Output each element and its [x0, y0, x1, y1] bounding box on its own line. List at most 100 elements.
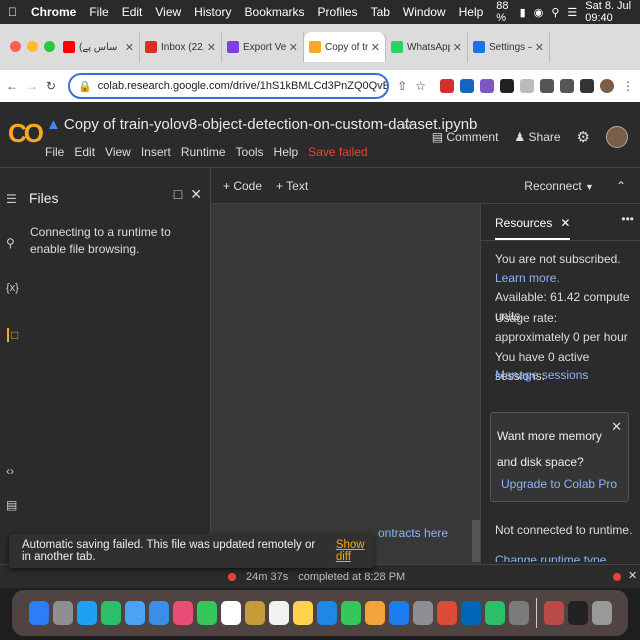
dock-app-icon[interactable] — [508, 601, 529, 625]
dock-app-icon[interactable] — [591, 601, 612, 625]
close-window-button[interactable] — [10, 41, 21, 52]
zoom-window-button[interactable] — [44, 41, 55, 52]
dock-app-icon[interactable] — [340, 601, 361, 625]
menu-file[interactable]: File — [45, 145, 64, 159]
dock-app-icon[interactable] — [100, 601, 121, 625]
tab-1[interactable]: Inbox (22,38✕ — [140, 32, 222, 62]
menubar-edit[interactable]: Edit — [122, 5, 143, 19]
profile-avatar[interactable] — [600, 79, 614, 93]
avatar[interactable] — [606, 126, 628, 148]
close-icon[interactable]: ✕ — [560, 216, 570, 230]
reload-icon[interactable]: ↻ — [46, 79, 56, 93]
tab-4[interactable]: WhatsApp ✕ — [386, 32, 468, 62]
menu-insert[interactable]: Insert — [141, 145, 171, 159]
menubar-profiles[interactable]: Profiles — [318, 5, 358, 19]
clock[interactable]: Sat 8. Jul 09:40 — [585, 0, 632, 24]
dock-app-icon[interactable] — [76, 601, 97, 625]
partial-link[interactable]: ontracts here — [378, 526, 448, 540]
extension-icon[interactable] — [500, 79, 514, 93]
star-icon[interactable]: ☆ — [400, 114, 414, 134]
menu-edit[interactable]: Edit — [74, 145, 95, 159]
menu-help[interactable]: Help — [274, 145, 299, 159]
show-diff-button[interactable]: Show diff — [336, 539, 374, 563]
scrollbar[interactable] — [472, 520, 480, 562]
menu-view[interactable]: View — [105, 145, 131, 159]
reconnect-button[interactable]: Reconnect ▼ — [524, 179, 594, 193]
apple-icon[interactable]:  — [8, 5, 17, 19]
variables-icon[interactable]: {x} — [6, 282, 19, 294]
control-center-icon[interactable]: ☰ — [567, 6, 577, 19]
dock-app-icon[interactable] — [484, 601, 505, 625]
menubar-help[interactable]: Help — [459, 5, 484, 19]
dock-app-icon[interactable] — [172, 601, 193, 625]
reading-list-icon[interactable] — [560, 79, 574, 93]
sidepanel-icon[interactable] — [580, 79, 594, 93]
menubar-view[interactable]: View — [155, 5, 181, 19]
dock-app-icon[interactable] — [196, 601, 217, 625]
kebab-menu-icon[interactable]: ⋮ — [622, 79, 634, 93]
code-snippets-icon[interactable]: ‹› — [6, 464, 14, 478]
extension-icon[interactable] — [520, 79, 534, 93]
bookmark-star-icon[interactable]: ☆ — [415, 79, 426, 93]
forward-icon[interactable]: → — [26, 79, 38, 93]
terminal-icon[interactable]: ▤ — [6, 498, 17, 512]
add-code-button[interactable]: + Code — [223, 179, 262, 193]
folder-icon[interactable]: □ — [7, 328, 18, 342]
menu-tools[interactable]: Tools — [236, 145, 264, 159]
dock-app-icon[interactable] — [148, 601, 169, 625]
puzzle-icon[interactable] — [540, 79, 554, 93]
search-icon[interactable]: ⚲ — [6, 236, 15, 250]
menu-runtime[interactable]: Runtime — [181, 145, 226, 159]
close-icon[interactable]: ✕ — [611, 419, 622, 435]
tab-5[interactable]: Settings – C✕ — [468, 32, 550, 62]
colab-logo[interactable]: CO — [8, 118, 44, 149]
extension-icon[interactable] — [480, 79, 494, 93]
dock-app-icon[interactable] — [124, 601, 145, 625]
dock-app-icon[interactable] — [28, 601, 49, 625]
back-icon[interactable]: ← — [6, 79, 18, 93]
close-icon[interactable]: ✕ — [125, 41, 134, 54]
comment-button[interactable]: ▤ Comment — [432, 130, 499, 144]
dock-app-icon[interactable] — [52, 601, 73, 625]
menubar-file[interactable]: File — [89, 5, 108, 19]
chevron-up-icon[interactable]: ⌃ — [616, 179, 626, 193]
dock-app-icon[interactable] — [436, 601, 457, 625]
dock-app-icon[interactable] — [220, 601, 241, 625]
tab-resources[interactable]: Resources ✕ — [495, 216, 571, 240]
close-icon[interactable]: ✕ — [453, 41, 462, 54]
dock-app-icon[interactable] — [543, 601, 564, 625]
search-icon[interactable]: ⚲ — [551, 6, 559, 19]
lock-icon[interactable]: 🔒 — [78, 80, 92, 93]
battery-icon[interactable]: ▮ — [520, 6, 526, 19]
share-button[interactable]: ♟ Share — [514, 130, 560, 144]
dock-app-icon[interactable] — [292, 601, 313, 625]
menubar-bookmarks[interactable]: Bookmarks — [245, 5, 305, 19]
dock-app-icon[interactable] — [316, 601, 337, 625]
dock-app-icon[interactable] — [244, 601, 265, 625]
learn-more-link[interactable]: Learn more. — [495, 271, 560, 285]
battery-percent[interactable]: 88 % — [496, 0, 511, 24]
manage-sessions-link[interactable]: Manage sessions — [495, 366, 635, 385]
close-icon[interactable]: ✕ — [535, 41, 544, 54]
close-icon[interactable]: ✕ — [628, 569, 637, 582]
extension-icon[interactable] — [460, 79, 474, 93]
tab-2[interactable]: Export Versi✕ — [222, 32, 304, 62]
dock-app-icon[interactable] — [364, 601, 385, 625]
tab-3[interactable]: Copy of trai✕ — [304, 32, 386, 62]
share-page-icon[interactable]: ⇧ — [397, 79, 407, 93]
url-input[interactable]: 🔒 colab.research.google.com/drive/1hS1kB… — [68, 73, 390, 99]
wifi-icon[interactable]: ◉ — [534, 6, 544, 19]
dock-app-icon[interactable] — [412, 601, 433, 625]
upgrade-link[interactable]: Upgrade to Colab Pro — [501, 477, 617, 491]
dock-app-icon[interactable] — [460, 601, 481, 625]
menubar-window[interactable]: Window — [403, 5, 446, 19]
tab-0[interactable]: (ساس پے ✕ — [58, 32, 140, 62]
more-icon[interactable]: ••• — [621, 212, 634, 226]
menubar-app-name[interactable]: Chrome — [31, 5, 76, 19]
menubar-history[interactable]: History — [194, 5, 231, 19]
close-icon[interactable]: ✕ — [289, 41, 298, 54]
toc-icon[interactable]: ☰ — [6, 192, 17, 206]
dock-app-icon[interactable] — [268, 601, 289, 625]
add-text-button[interactable]: + Text — [276, 179, 308, 193]
change-runtime-link[interactable]: Change runtime type — [495, 552, 635, 562]
